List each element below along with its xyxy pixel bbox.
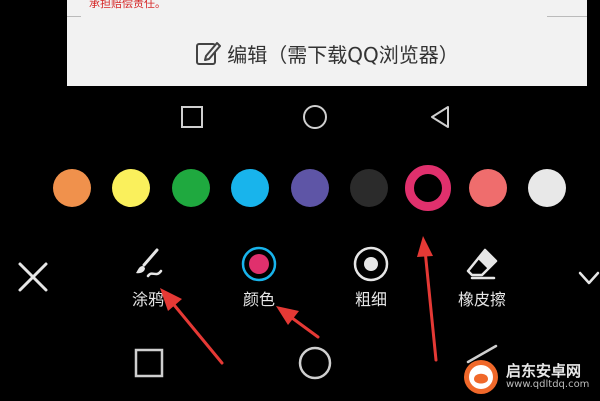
thickness-icon [353,246,389,282]
thickness-label: 粗细 [354,290,387,309]
watermark-url: www.qdltdq.com [506,378,590,390]
doodle-tool[interactable]: 涂鸦 [108,246,188,310]
home-icon[interactable] [298,346,332,380]
color-label: 颜色 [242,290,275,309]
close-icon[interactable] [16,260,50,294]
color-swatch[interactable] [405,165,452,211]
eraser-icon [466,248,498,280]
color-swatch[interactable] [350,169,388,207]
color-tool[interactable]: 颜色 [219,246,299,310]
color-swatch[interactable] [231,169,270,207]
color-icon [241,246,277,282]
recent-apps-icon[interactable] [134,348,164,378]
eraser-label: 橡皮擦 [457,290,506,309]
eraser-tool[interactable]: 橡皮擦 [442,246,522,310]
color-swatch[interactable] [53,169,91,207]
watermark-logo-icon [464,360,498,394]
color-swatch[interactable] [468,169,507,207]
color-palette [0,0,600,401]
chevron-down-icon[interactable] [578,270,600,286]
brush-icon [136,248,163,278]
color-swatch[interactable] [112,169,151,207]
color-swatch[interactable] [290,169,329,207]
thickness-tool[interactable]: 粗细 [331,246,411,310]
color-swatch[interactable] [171,169,210,207]
watermark-title: 启东安卓网 [506,361,582,380]
watermark: 启东安卓网 www.qdltdq.com [462,356,597,398]
color-swatch[interactable] [528,169,567,207]
doodle-label: 涂鸦 [131,290,164,309]
